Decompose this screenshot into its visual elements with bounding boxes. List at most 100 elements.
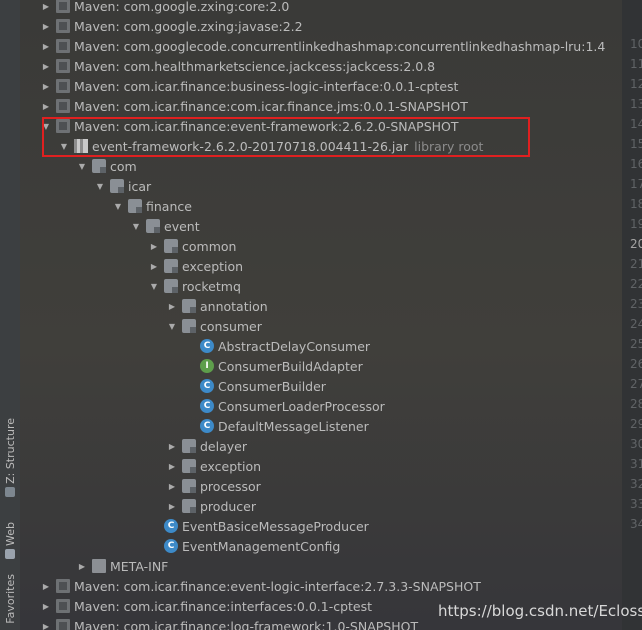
- tree-row-label: EventManagementConfig: [182, 538, 341, 554]
- tree-row[interactable]: ▼ rocketmq: [20, 276, 622, 296]
- collapse-arrow-icon[interactable]: ▶: [40, 16, 52, 36]
- line-number: 18: [630, 197, 642, 211]
- tree-row-label: Maven: com.icar.finance:com.icar.finance…: [74, 98, 468, 114]
- tree-row-label: DefaultMessageListener: [218, 418, 369, 434]
- line-number: 30: [630, 437, 642, 451]
- package-icon: [164, 279, 178, 293]
- collapse-arrow-icon[interactable]: ▶: [148, 236, 160, 256]
- maven-library-icon: [56, 599, 70, 613]
- expand-arrow-icon[interactable]: ▼: [148, 276, 160, 296]
- line-number: 34: [630, 517, 642, 531]
- side-tab-web[interactable]: Web: [2, 522, 18, 559]
- arrow-spacer: [184, 336, 196, 356]
- tree-row[interactable]: ▶ Maven: com.google.zxing:core:2.0: [20, 0, 622, 16]
- tree-row[interactable]: C DefaultMessageListener: [20, 416, 622, 436]
- tree-row[interactable]: ▶ Maven: com.googlecode.concurrentlinkedh…: [20, 36, 622, 56]
- maven-library-icon: [56, 579, 70, 593]
- expand-arrow-icon[interactable]: ▼: [166, 316, 178, 336]
- side-tab-structure[interactable]: Z: Structure: [2, 418, 18, 497]
- tree-row[interactable]: ▼ icar: [20, 176, 622, 196]
- maven-library-icon: [56, 99, 70, 113]
- tree-row-label: Maven: com.icar.finance:event-logic-inte…: [74, 578, 481, 594]
- tree-row[interactable]: ▶ Maven: com.healthmarketscience.jackcess…: [20, 56, 622, 76]
- jar-icon: [74, 139, 88, 153]
- tree-row-label: common: [182, 238, 237, 254]
- tree-row[interactable]: C AbstractDelayConsumer: [20, 336, 622, 356]
- tree-row[interactable]: ▼ event-framework-2.6.2.0-20170718.004411…: [20, 136, 622, 156]
- package-icon: [182, 499, 196, 513]
- side-tab-label: Z: Structure: [3, 418, 17, 484]
- line-number: 28: [630, 397, 642, 411]
- tree-row[interactable]: C ConsumerLoaderProcessor: [20, 396, 622, 416]
- collapse-arrow-icon[interactable]: ▶: [166, 296, 178, 316]
- line-number: 11: [630, 57, 642, 71]
- package-icon: [92, 159, 106, 173]
- collapse-arrow-icon[interactable]: ▶: [166, 496, 178, 516]
- collapse-arrow-icon[interactable]: ▶: [40, 596, 52, 616]
- tree-row[interactable]: ▼ finance: [20, 196, 622, 216]
- tree-row[interactable]: C EventManagementConfig: [20, 536, 622, 556]
- package-icon: [182, 479, 196, 493]
- tree-row-label: event-framework-2.6.2.0-20170718.004411-…: [92, 138, 409, 154]
- expand-arrow-icon[interactable]: ▼: [94, 176, 106, 196]
- tree-row[interactable]: ▶ annotation: [20, 296, 622, 316]
- tree-row[interactable]: ▼ Maven: com.icar.finance:event-framework…: [20, 116, 622, 136]
- project-tree[interactable]: ▶ Maven: com.google.zxing:core:2.0 ▶ Maven:…: [20, 0, 622, 630]
- collapse-arrow-icon[interactable]: ▶: [40, 36, 52, 56]
- package-icon: [182, 319, 196, 333]
- class-icon: C: [164, 539, 178, 553]
- tree-row-label: ConsumerBuilder: [218, 378, 326, 394]
- collapse-arrow-icon[interactable]: ▶: [76, 556, 88, 576]
- expand-arrow-icon[interactable]: ▼: [130, 216, 142, 236]
- tree-row[interactable]: ▶ processor: [20, 476, 622, 496]
- tree-row[interactable]: ▶ Maven: com.google.zxing:javase:2.2: [20, 16, 622, 36]
- collapse-arrow-icon[interactable]: ▶: [40, 76, 52, 96]
- line-number: 22: [630, 277, 642, 291]
- line-number: 10: [630, 37, 642, 51]
- tree-row-label: EventBasiceMessageProducer: [182, 518, 369, 534]
- tree-row[interactable]: ▼ consumer: [20, 316, 622, 336]
- tree-row[interactable]: ▼ event: [20, 216, 622, 236]
- tree-row[interactable]: ▶ producer: [20, 496, 622, 516]
- package-icon: [182, 459, 196, 473]
- tree-row-label: Maven: com.icar.finance:log-framework:1.…: [74, 618, 419, 630]
- expand-arrow-icon[interactable]: ▼: [112, 196, 124, 216]
- structure-icon: [5, 486, 15, 497]
- tree-row[interactable]: ▼ com: [20, 156, 622, 176]
- tree-row-label: delayer: [200, 438, 247, 454]
- line-number: 23: [630, 297, 642, 311]
- collapse-arrow-icon[interactable]: ▶: [40, 576, 52, 596]
- expand-arrow-icon[interactable]: ▼: [58, 136, 70, 156]
- side-tab-label: Favorites: [3, 574, 17, 624]
- tree-row-label: exception: [182, 258, 244, 274]
- package-icon: [128, 199, 142, 213]
- tree-row[interactable]: ▶ exception: [20, 456, 622, 476]
- tree-row[interactable]: ▶ common: [20, 236, 622, 256]
- tree-row[interactable]: ▶ META-INF: [20, 556, 622, 576]
- tree-row[interactable]: I ConsumerBuildAdapter: [20, 356, 622, 376]
- tree-row[interactable]: ▶ Maven: com.icar.finance:com.icar.financ…: [20, 96, 622, 116]
- collapse-arrow-icon[interactable]: ▶: [148, 256, 160, 276]
- collapse-arrow-icon[interactable]: ▶: [40, 56, 52, 76]
- maven-library-icon: [56, 0, 70, 13]
- side-tab-favorites[interactable]: Favorites: [2, 574, 18, 624]
- tree-row[interactable]: ▶ Maven: com.icar.finance:event-logic-int…: [20, 576, 622, 596]
- tree-row[interactable]: ▶ exception: [20, 256, 622, 276]
- tree-row-label: icar: [128, 178, 152, 194]
- collapse-arrow-icon[interactable]: ▶: [166, 456, 178, 476]
- tree-row[interactable]: C EventBasiceMessageProducer: [20, 516, 622, 536]
- tree-row[interactable]: ▶ delayer: [20, 436, 622, 456]
- collapse-arrow-icon[interactable]: ▶: [40, 616, 52, 630]
- collapse-arrow-icon[interactable]: ▶: [40, 96, 52, 116]
- collapse-arrow-icon[interactable]: ▶: [166, 476, 178, 496]
- line-number: 25: [630, 337, 642, 351]
- expand-arrow-icon[interactable]: ▼: [40, 116, 52, 136]
- tree-row[interactable]: C ConsumerBuilder: [20, 376, 622, 396]
- collapse-arrow-icon[interactable]: ▶: [166, 436, 178, 456]
- watermark: https://blog.csdn.net/Ecloss: [438, 602, 642, 620]
- collapse-arrow-icon[interactable]: ▶: [40, 0, 52, 16]
- expand-arrow-icon[interactable]: ▼: [76, 156, 88, 176]
- class-icon: C: [200, 419, 214, 433]
- tree-row[interactable]: ▶ Maven: com.icar.finance:business-logic-…: [20, 76, 622, 96]
- line-number: 15: [630, 137, 642, 151]
